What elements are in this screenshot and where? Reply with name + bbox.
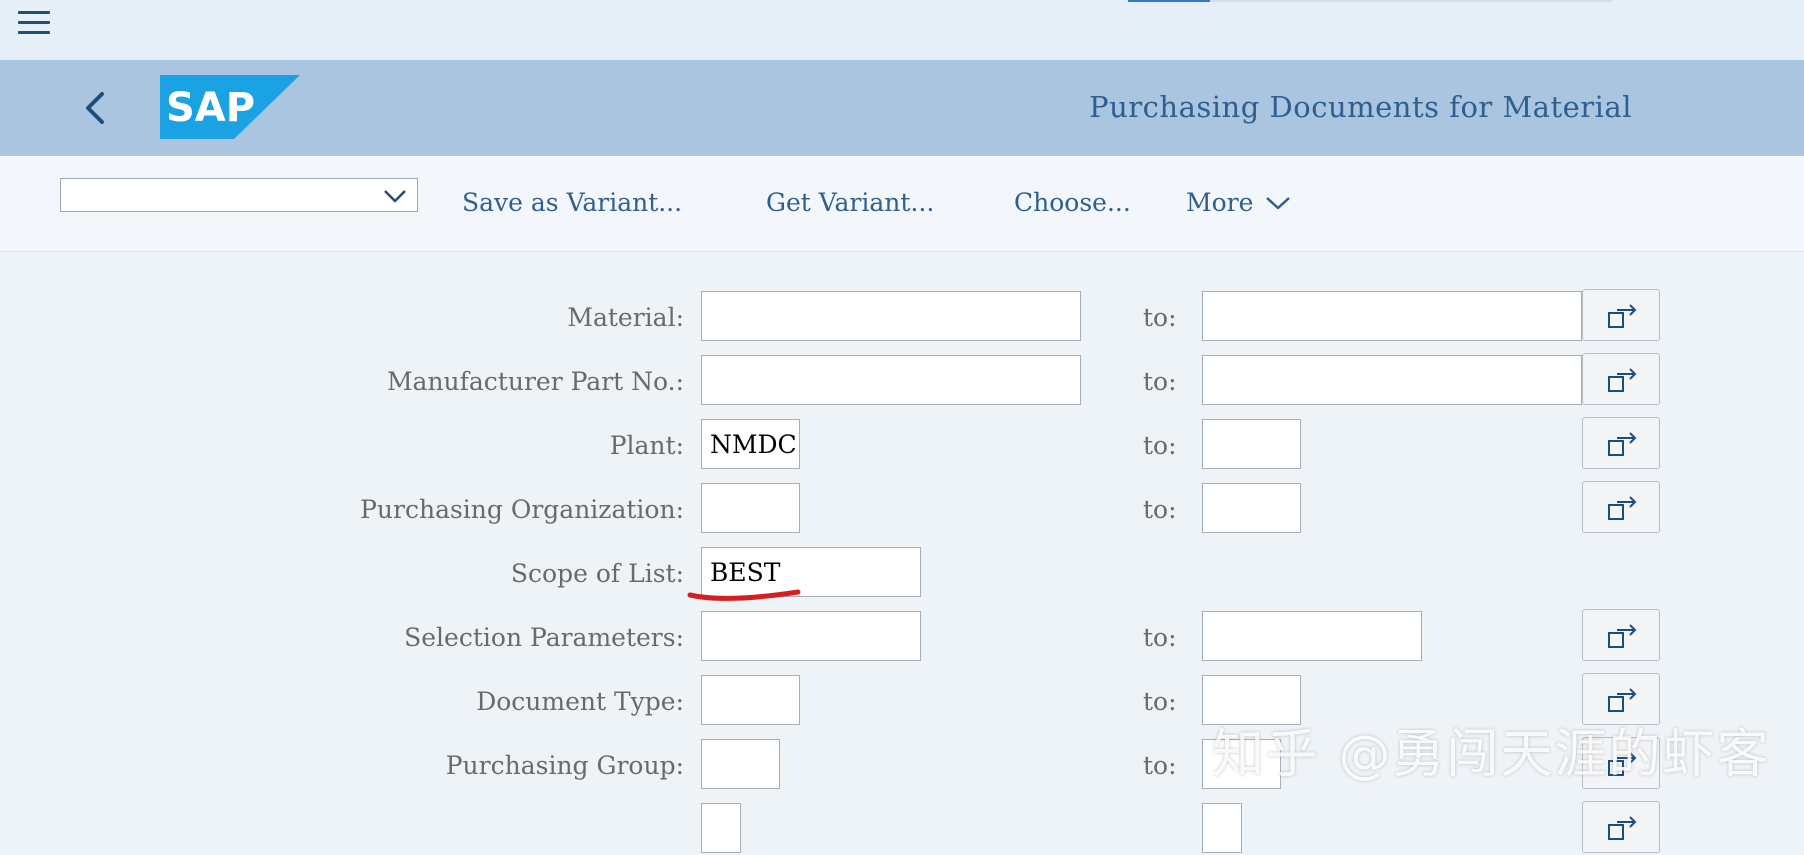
to-label: to:	[1143, 751, 1177, 780]
loading-progress-bar	[1128, 0, 1612, 2]
to-label: to:	[1143, 431, 1177, 460]
to-label: to:	[1143, 687, 1177, 716]
purchasing-organization-to-input[interactable]	[1202, 483, 1301, 533]
material-from-input[interactable]	[701, 291, 1081, 341]
watermark: 知乎 @勇闯天涯的虾客	[1212, 725, 1771, 785]
more-button[interactable]: More	[1186, 188, 1291, 217]
selection-parameters-to-input[interactable]	[1202, 611, 1422, 661]
document-type-label: Document Type:	[476, 687, 684, 716]
multiple-selection-button[interactable]	[1582, 801, 1660, 853]
logo-text: SAP	[166, 85, 255, 131]
purchasing-organization-from-input[interactable]	[701, 483, 800, 533]
plant-label: Plant:	[609, 431, 684, 460]
multiple-selection-icon	[1608, 368, 1637, 392]
selection-parameters-label: Selection Parameters:	[404, 623, 684, 652]
multiple-selection-icon	[1608, 688, 1637, 712]
multiple-selection-button[interactable]	[1582, 289, 1660, 341]
document-type-from-input[interactable]	[701, 675, 800, 725]
multiple-selection-icon	[1608, 624, 1637, 648]
more-button-label: More	[1186, 188, 1254, 217]
multiple-selection-button[interactable]	[1582, 353, 1660, 405]
chevron-down-icon	[1266, 196, 1291, 209]
scope-of-list-label: Scope of List:	[510, 559, 684, 588]
multiple-selection-button[interactable]	[1582, 609, 1660, 661]
manufacturer-part-row: Manufacturer Part No.: to:	[0, 353, 1804, 407]
page-title: Purchasing Documents for Material	[1089, 90, 1632, 124]
top-bar	[0, 0, 1804, 60]
plant-row: Plant: NMDC to:	[0, 417, 1804, 471]
partial-row	[0, 801, 1804, 855]
to-label: to:	[1143, 495, 1177, 524]
multiple-selection-icon	[1608, 816, 1637, 840]
multiple-selection-icon	[1608, 432, 1637, 456]
selection-parameters-from-input[interactable]	[701, 611, 921, 661]
partial-from-input[interactable]	[701, 803, 741, 853]
material-label: Material:	[567, 303, 684, 332]
material-row: Material: to:	[0, 289, 1804, 343]
purchasing-organization-row: Purchasing Organization: to:	[0, 481, 1804, 535]
choose-button[interactable]: Choose...	[1014, 188, 1131, 217]
selection-parameters-row: Selection Parameters: to:	[0, 609, 1804, 663]
plant-to-input[interactable]	[1202, 419, 1301, 469]
purchasing-group-label: Purchasing Group:	[445, 751, 684, 780]
purchasing-organization-label: Purchasing Organization:	[360, 495, 684, 524]
shell-bar: SAP Purchasing Documents for Material	[0, 60, 1804, 156]
menu-icon[interactable]	[18, 9, 50, 37]
multiple-selection-button[interactable]	[1582, 417, 1660, 469]
to-label: to:	[1143, 367, 1177, 396]
partial-to-input[interactable]	[1202, 803, 1242, 853]
chevron-down-icon	[384, 190, 406, 203]
multiple-selection-button[interactable]	[1582, 481, 1660, 533]
multiple-selection-icon	[1608, 304, 1637, 328]
material-to-input[interactable]	[1202, 291, 1582, 341]
sap-logo: SAP	[160, 75, 300, 139]
back-button[interactable]	[76, 84, 116, 132]
manufacturer-part-label: Manufacturer Part No.:	[386, 367, 684, 396]
loading-progress-fill	[1128, 0, 1211, 2]
purchasing-group-from-input[interactable]	[701, 739, 780, 789]
to-label: to:	[1143, 623, 1177, 652]
scope-of-list-row: Scope of List: BEST	[0, 547, 1804, 599]
manufacturer-part-to-input[interactable]	[1202, 355, 1582, 405]
annotation-underline	[687, 589, 801, 601]
to-label: to:	[1143, 303, 1177, 332]
manufacturer-part-from-input[interactable]	[701, 355, 1081, 405]
get-variant-button[interactable]: Get Variant...	[766, 188, 934, 217]
multiple-selection-icon	[1608, 496, 1637, 520]
save-as-variant-button[interactable]: Save as Variant...	[462, 188, 682, 217]
plant-from-input[interactable]: NMDC	[701, 419, 800, 469]
toolbar: Save as Variant... Get Variant... Choose…	[0, 156, 1804, 252]
variant-select[interactable]	[60, 178, 418, 212]
chevron-left-icon	[86, 92, 104, 124]
